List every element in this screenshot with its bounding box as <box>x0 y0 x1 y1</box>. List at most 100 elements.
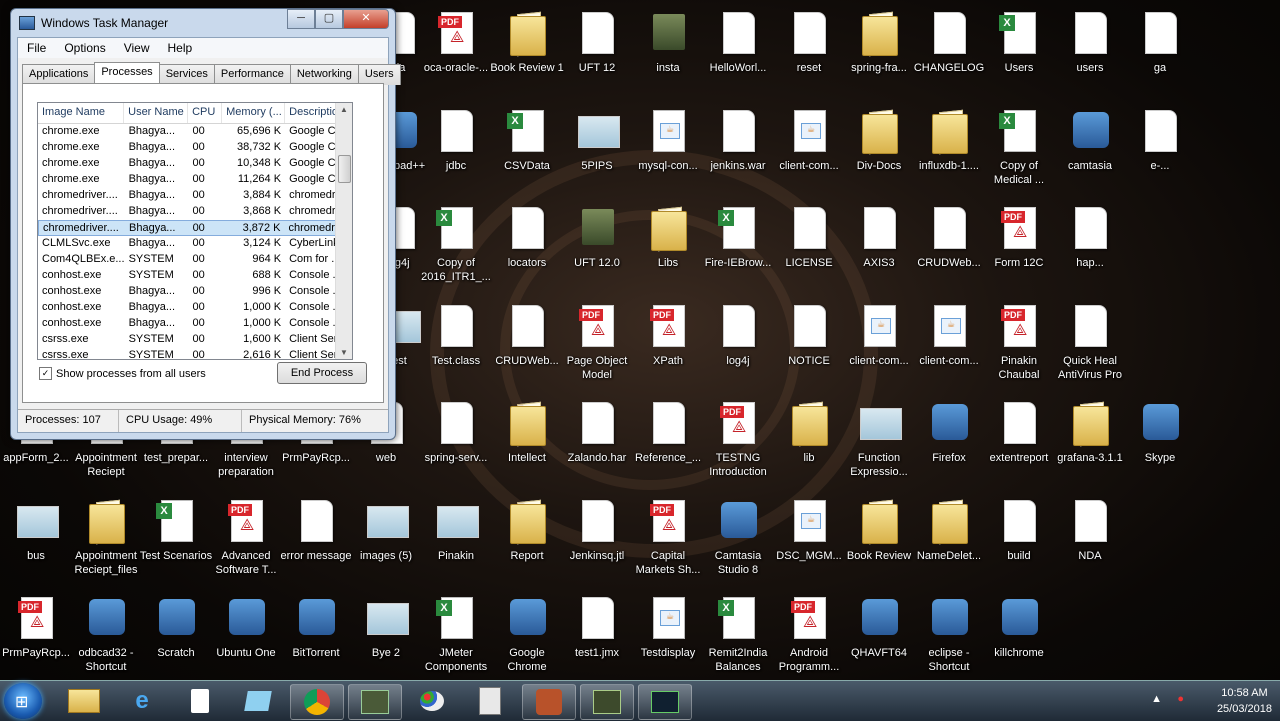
desktop-icon[interactable]: error message <box>280 496 352 592</box>
close-button[interactable]: ✕ <box>343 9 389 29</box>
desktop-icon[interactable]: build <box>983 496 1055 592</box>
desktop-icon[interactable]: PDF ⟁ Android Programm... <box>773 593 845 689</box>
desktop-icon[interactable]: PDF ⟁ Page Object Model <box>561 301 633 397</box>
desktop-icon[interactable]: killchrome <box>983 593 1055 689</box>
desktop-icon[interactable]: Firefox <box>913 398 985 494</box>
desktop-icon[interactable]: Appointment Reciept_files <box>70 496 142 592</box>
desktop-icon[interactable]: odbcad32 - Shortcut <box>70 593 142 689</box>
desktop-icon[interactable]: Libs <box>632 203 704 299</box>
desktop-icon[interactable]: Quick Heal AntiVirus Pro <box>1054 301 1126 397</box>
desktop-icon[interactable]: Book Review <box>843 496 915 592</box>
desktop-icon[interactable]: 5PIPS <box>561 106 633 202</box>
desktop-icon[interactable]: PDF ⟁ Pinakin Chaubal <box>983 301 1055 397</box>
process-row[interactable]: chrome.exe Bhagya... 00 65,696 K Google C... <box>38 124 352 140</box>
desktop-icon[interactable]: insta <box>632 8 704 104</box>
tab-services[interactable]: Services <box>158 64 215 85</box>
desktop-icon[interactable]: PDF ⟁ Advanced Software T... <box>210 496 282 592</box>
desktop-icon[interactable]: e-... <box>1124 106 1196 202</box>
desktop-icon[interactable]: BitTorrent <box>280 593 352 689</box>
explorer-taskbar-button[interactable] <box>58 684 110 718</box>
desktop-icon[interactable]: NameDelet... <box>913 496 985 592</box>
desktop-icon[interactable]: Report <box>491 496 563 592</box>
desktop-icon[interactable]: Bye 2 <box>350 593 422 689</box>
process-list-scrollbar[interactable]: ▲ ▼ <box>335 103 352 359</box>
col-cpu[interactable]: CPU <box>188 103 223 123</box>
desktop-icon[interactable]: grafana-3.1.1 <box>1054 398 1126 494</box>
desktop-icon[interactable]: Skype <box>1124 398 1196 494</box>
desktop-icon[interactable]: X Remit2India Balances <box>702 593 774 689</box>
tab-performance[interactable]: Performance <box>213 64 291 85</box>
process-row[interactable]: Com4QLBEx.e... SYSTEM 00 964 K Com for ... <box>38 252 352 268</box>
desktop-icon[interactable]: Test.class <box>420 301 492 397</box>
desktop-icon[interactable]: QHAVFT64 <box>843 593 915 689</box>
desktop-icon[interactable]: Google Chrome <box>491 593 563 689</box>
minimize-button[interactable]: ─ <box>287 9 315 29</box>
desktop-icon[interactable]: users <box>1054 8 1126 104</box>
desktop-icon[interactable]: NOTICE <box>773 301 845 397</box>
desktop-icon[interactable]: Camtasia Studio 8 <box>702 496 774 592</box>
solitaire-taskbar-button[interactable] <box>174 684 226 718</box>
desktop-icon[interactable]: Function Expressio... <box>843 398 915 494</box>
end-process-button[interactable]: End Process <box>277 362 367 384</box>
scroll-down-icon[interactable]: ▼ <box>340 348 348 357</box>
process-row[interactable]: chrome.exe Bhagya... 00 10,348 K Google C... <box>38 156 352 172</box>
col-user-name[interactable]: User Name <box>124 103 189 123</box>
process-row[interactable]: chromedriver.... Bhagya... 00 3,872 Kchrome… <box>38 220 352 236</box>
desktop-icon[interactable]: Zalando.har <box>561 398 633 494</box>
task-manager-window[interactable]: Windows Task Manager ─ ▢ ✕ File Options … <box>10 8 401 440</box>
desktop-icon[interactable]: PDF ⟁ XPath <box>632 301 704 397</box>
chrome-taskbar-button[interactable] <box>290 684 344 720</box>
tab-networking[interactable]: Networking <box>289 64 359 85</box>
desktop-icon[interactable]: HelloWorl... <box>702 8 774 104</box>
col-image-name[interactable]: Image Name <box>38 103 125 123</box>
desktop-icon[interactable]: Reference_... <box>632 398 704 494</box>
desktop-icon[interactable]: ☕ Testdisplay <box>632 593 704 689</box>
desktop-icon[interactable]: extentreport <box>983 398 1055 494</box>
desktop-icon[interactable]: locators <box>491 203 563 299</box>
desktop-icon[interactable]: reset <box>773 8 845 104</box>
process-row[interactable]: chromedriver.... Bhagya... 00 3,884 Kchrome… <box>38 188 352 204</box>
menu-help[interactable]: Help <box>159 38 202 58</box>
desktop-icon[interactable]: PDF ⟁ Form 12C <box>983 203 1055 299</box>
process-row[interactable]: chrome.exe Bhagya... 00 11,264 K Google C... <box>38 172 352 188</box>
desktop-icon[interactable]: CRUDWeb... <box>913 203 985 299</box>
show-all-users[interactable]: ✓ Show processes from all users <box>39 367 206 380</box>
process-row[interactable]: csrss.exe SYSTEM 00 1,600 K Client Ser... <box>38 332 352 348</box>
process-row[interactable]: conhost.exe Bhagya... 00 1,000 K Console ... <box>38 300 352 316</box>
desktop-icon[interactable]: CHANGELOG <box>913 8 985 104</box>
desktop-icon[interactable]: eclipse - Shortcut <box>913 593 985 689</box>
process-list[interactable]: Image Name User Name CPU Memory (... Des… <box>37 102 353 360</box>
scroll-up-icon[interactable]: ▲ <box>340 105 348 114</box>
desktop-icon[interactable]: jdbc <box>420 106 492 202</box>
desktop-icon[interactable]: PDF ⟁ oca-oracle-... <box>420 8 492 104</box>
task-manager-taskbar-button[interactable] <box>638 684 692 720</box>
desktop-icon[interactable]: lib <box>773 398 845 494</box>
desktop-icon[interactable]: X Copy of Medical ... <box>983 106 1055 202</box>
process-row[interactable]: csrss.exe SYSTEM 00 2,616 K Client Ser... <box>38 348 352 359</box>
desktop-icon[interactable]: test1.jmx <box>561 593 633 689</box>
process-row[interactable]: CLMLSvc.exe Bhagya... 00 3,124 K CyberLink..… <box>38 236 352 252</box>
camtasia-taskbar-button[interactable] <box>348 684 402 720</box>
desktop-icon[interactable]: spring-serv... <box>420 398 492 494</box>
clock[interactable]: 10:58 AM 25/03/2018 <box>1217 685 1272 717</box>
desktop-icon[interactable]: log4j <box>702 301 774 397</box>
menu-options[interactable]: Options <box>55 38 114 58</box>
calculator-taskbar-button[interactable] <box>464 684 516 718</box>
desktop-icon[interactable]: Div-Docs <box>843 106 915 202</box>
desktop-icon[interactable]: Book Review 1 <box>490 8 564 104</box>
desktop-icon[interactable]: ☕ mysql-con... <box>632 106 704 202</box>
desktop-icon[interactable]: UFT 12 <box>561 8 633 104</box>
camtasia-recorder-taskbar-button[interactable] <box>580 684 634 720</box>
desktop-icon[interactable]: hap... <box>1054 203 1126 299</box>
desktop-icon[interactable]: spring-fra... <box>843 8 915 104</box>
desktop-icon[interactable]: AXIS3 <box>843 203 915 299</box>
desktop-icon[interactable]: ☕ client-com... <box>913 301 985 397</box>
menu-file[interactable]: File <box>18 38 55 58</box>
desktop-icon[interactable]: ☕ client-com... <box>773 106 845 202</box>
desktop-icon[interactable]: ☕ DSC_MGM... <box>773 496 845 592</box>
desktop-icon[interactable]: images (5) <box>350 496 422 592</box>
maximize-button[interactable]: ▢ <box>315 9 343 29</box>
desktop-icon[interactable]: CRUDWeb... <box>491 301 563 397</box>
desktop-icon[interactable]: X Users <box>983 8 1055 104</box>
desktop-icon[interactable]: influxdb-1.... <box>913 106 985 202</box>
